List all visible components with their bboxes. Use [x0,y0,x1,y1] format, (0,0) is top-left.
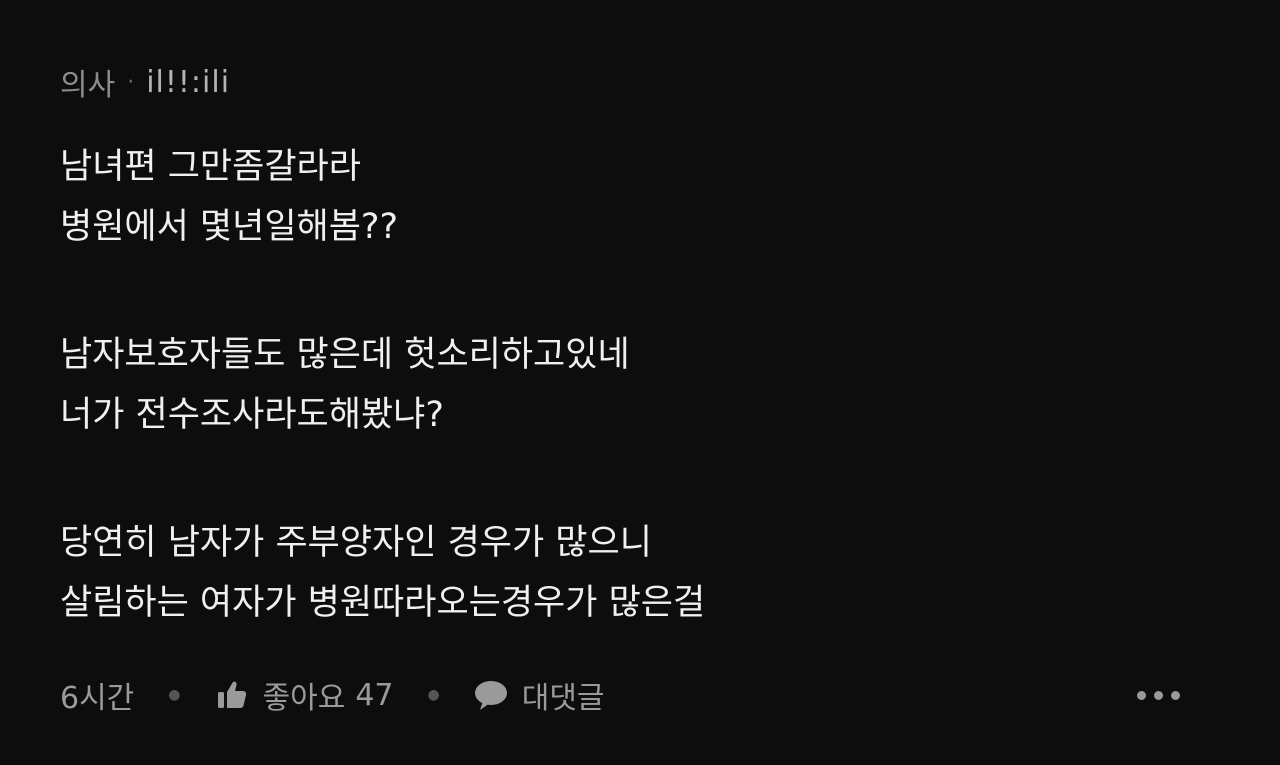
comment-card: 의사 · il!!:ili 남녀편 그만좀갈라라 병원에서 몇년일해봄?? 남자… [60,0,1240,765]
more-dot [1137,690,1146,700]
reply-button[interactable]: 대댓글 [474,673,605,717]
comment-line: 남자보호자들도 많은데 헛소리하고있네 [60,335,630,375]
comment-timestamp: 6시간 [60,681,135,716]
author-role: 의사 [60,68,116,103]
reply-label: 대댓글 [521,681,605,716]
comment-body: 남녀편 그만좀갈라라 병원에서 몇년일해봄?? 남자보호자들도 많은데 헛소리하… [60,137,1210,633]
comment-line: 병원에서 몇년일해봄?? [60,207,399,247]
comment-line: 너가 전수조사라도해봤냐? [60,395,444,435]
author-nickname[interactable]: il!!:ili [146,65,230,100]
like-count: 47 [355,677,394,713]
like-label: 좋아요 [262,681,346,716]
author-separator: · [127,69,135,95]
comment-line: 당연히 남자가 주부양자인 경우가 많으니 [60,523,652,563]
comment-line: 살림하는 여자가 병원따라오는경우가 많은걸 [60,583,706,623]
footer-separator-dot: ● [168,687,181,703]
more-options-button[interactable] [1129,672,1180,718]
footer-separator-dot: ● [427,687,440,703]
more-dot [1171,690,1180,700]
thumbs-up-icon [215,678,249,712]
more-dot [1154,690,1163,700]
comment-blank-line [60,445,1210,513]
like-button[interactable]: 좋아요 47 [215,673,394,717]
speech-bubble-icon [474,678,508,712]
comment-author-row: 의사 · il!!:ili [60,62,230,104]
comment-blank-line [60,257,1210,325]
comment-footer: 6시간 ● 좋아요 47 ● 대댓글 [60,672,1210,718]
comment-line: 남녀편 그만좀갈라라 [60,147,361,187]
